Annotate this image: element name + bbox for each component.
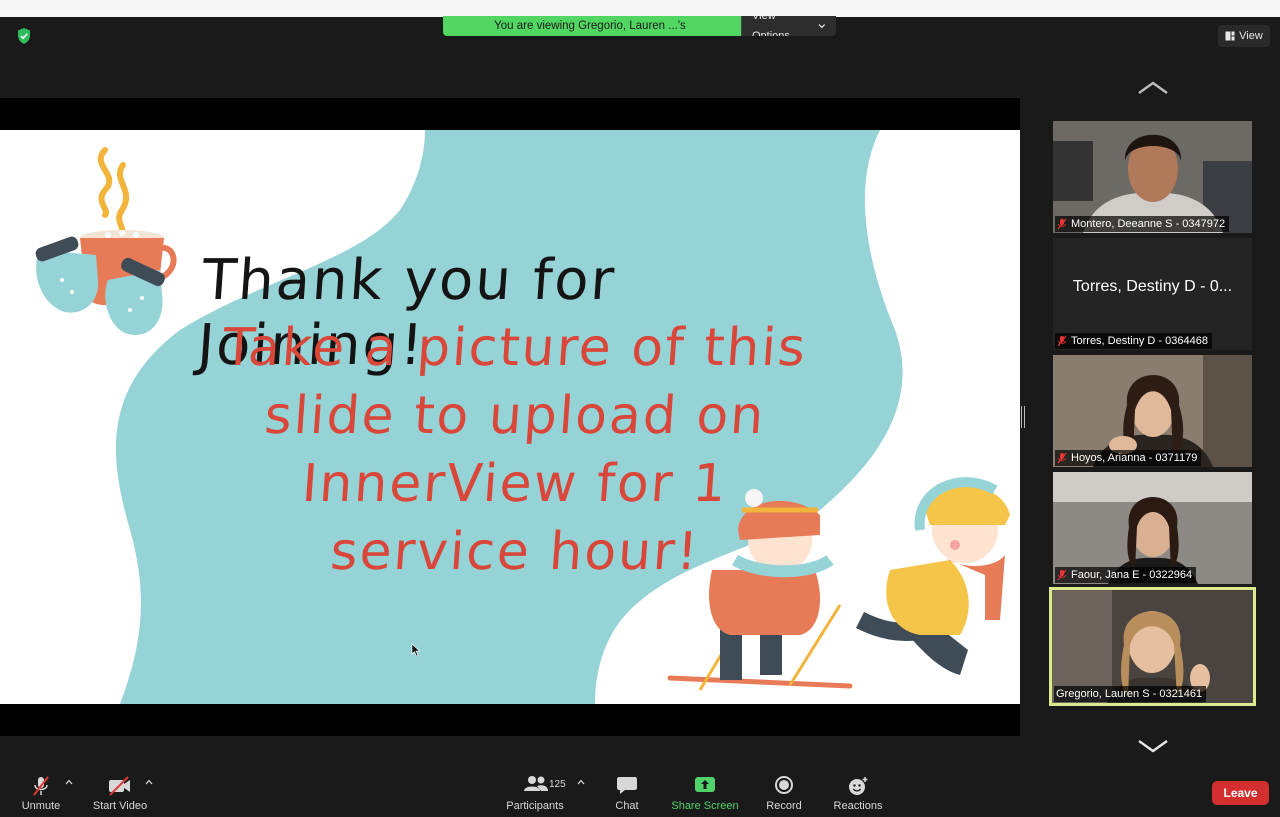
shield-icon[interactable] [14, 26, 34, 46]
meeting-toolbar: Unmute Start Video 125 Participants Chat… [0, 769, 1280, 817]
slide-line-4: InnerView for 1 [300, 454, 730, 514]
shared-slide: Thank you for Joining! Take a picture of… [0, 130, 1020, 704]
participant-label: Hoyos, Arianna - 0371179 [1055, 450, 1202, 466]
start-video-button[interactable]: Start Video [88, 769, 152, 817]
participant-label: Montero, Deeanne S - 0347972 [1055, 216, 1230, 232]
chevron-down-icon[interactable] [1137, 738, 1169, 754]
share-screen-button[interactable]: Share Screen [670, 769, 740, 817]
start-video-label: Start Video [92, 800, 148, 812]
participants-button[interactable]: 125 Participants [503, 769, 567, 817]
screen-share-banner: You are viewing Gregorio, Lauren ...'s s… [443, 16, 836, 36]
slide-line-5: service hour! [328, 522, 702, 582]
mouse-cursor-icon [411, 643, 421, 657]
share-screen-icon [695, 777, 715, 792]
record-button[interactable]: Record [763, 769, 805, 817]
slide-line-2: Take a picture of this [220, 318, 810, 378]
chat-icon [617, 777, 637, 794]
view-label: View [1239, 30, 1263, 42]
participant-label: Torres, Destiny D - 0364468 [1055, 333, 1212, 349]
participant-tile[interactable]: Faour, Jana E - 0322964 [1053, 472, 1252, 584]
participant-name: Montero, Deeanne S - 0347972 [1071, 218, 1226, 230]
participant-label: Gregorio, Lauren S - 0321461 [1054, 686, 1207, 702]
participant-name: Gregorio, Lauren S - 0321461 [1056, 688, 1203, 700]
microphone-muted-icon [1057, 569, 1067, 581]
record-icon [775, 776, 793, 794]
chevron-up-icon[interactable] [145, 779, 153, 785]
reactions-button[interactable]: Reactions [830, 769, 886, 817]
microphone-muted-icon [1057, 218, 1067, 230]
leave-button[interactable]: Leave [1212, 781, 1269, 805]
participant-tile[interactable]: Montero, Deeanne S - 0347972 [1053, 121, 1252, 233]
participant-name: Torres, Destiny D - 0364468 [1071, 335, 1208, 347]
slide-line-3: slide to upload on [262, 386, 768, 446]
video-off-icon [109, 776, 130, 796]
reactions-icon [849, 777, 868, 795]
chat-label: Chat [615, 800, 639, 812]
top-strip [0, 0, 1280, 17]
chat-button[interactable]: Chat [610, 769, 644, 817]
record-label: Record [766, 800, 802, 812]
microphone-muted-icon [1057, 452, 1067, 464]
participant-tile[interactable]: Torres, Destiny D - 0... Torres, Destiny… [1053, 238, 1252, 350]
participant-label: Faour, Jana E - 0322964 [1055, 567, 1197, 583]
participant-big-name: Torres, Destiny D - 0... [1072, 278, 1233, 295]
participants-count: 125 [549, 779, 566, 790]
panel-resize-handle[interactable] [1021, 406, 1025, 428]
view-options-button[interactable]: View Options [741, 16, 836, 36]
participants-label: Participants [506, 800, 564, 812]
unmute-button[interactable]: Unmute [16, 769, 66, 817]
chevron-up-icon[interactable] [65, 779, 73, 785]
participant-tile[interactable]: Hoyos, Arianna - 0371179 [1053, 355, 1252, 467]
chevron-down-icon [818, 24, 826, 29]
chevron-up-icon[interactable] [1137, 80, 1169, 96]
reactions-label: Reactions [833, 800, 883, 812]
grid-icon [1225, 31, 1235, 41]
view-options-label: View Options [752, 16, 790, 36]
zoom-window: You are viewing Gregorio, Lauren ...'s s… [0, 0, 1280, 817]
unmute-label: Unmute [21, 800, 61, 812]
microphone-muted-icon [33, 776, 49, 796]
share-screen-label: Share Screen [671, 800, 739, 812]
participant-name: Faour, Jana E - 0322964 [1071, 569, 1193, 581]
participants-icon [524, 776, 548, 791]
viewing-message: You are viewing Gregorio, Lauren ...'s s… [443, 16, 741, 36]
slide-text: Thank you for Joining! Take a picture of… [0, 130, 1020, 704]
chevron-up-icon[interactable] [577, 779, 585, 785]
microphone-muted-icon [1057, 335, 1067, 347]
participant-name: Hoyos, Arianna - 0371179 [1071, 452, 1198, 464]
active-speaker-tile[interactable]: Gregorio, Lauren S - 0321461 [1049, 587, 1256, 706]
view-layout-button[interactable]: View [1218, 25, 1270, 47]
